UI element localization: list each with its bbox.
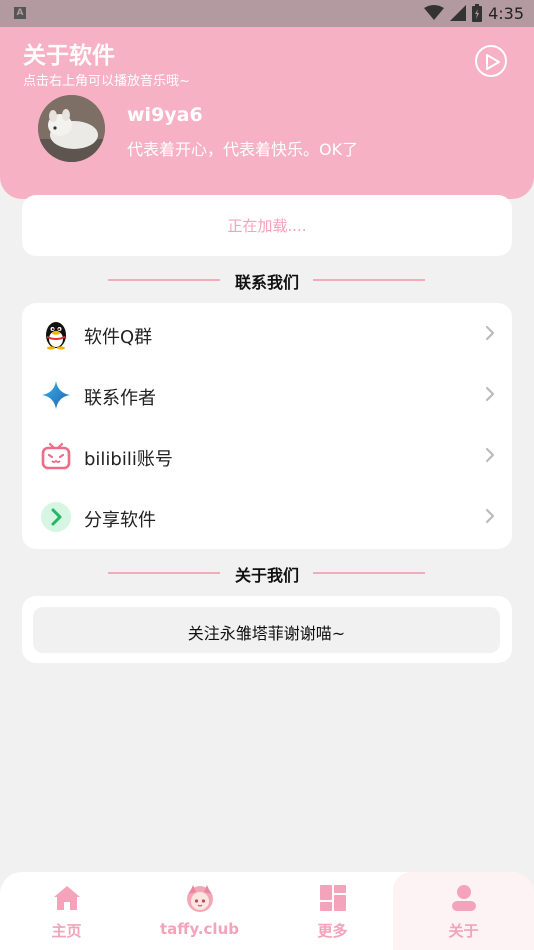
dog-photo-icon	[38, 95, 105, 162]
about-section-header: 关于我们	[0, 561, 534, 585]
list-item-label: 分享软件	[84, 510, 156, 531]
chevron-right-icon	[485, 386, 495, 402]
status-icons: 4:35	[424, 3, 524, 23]
chevron-right-icon	[485, 325, 495, 341]
signal-icon	[450, 5, 467, 21]
user-icon	[451, 885, 476, 911]
list-item-share[interactable]: 分享软件	[22, 486, 512, 547]
status-time: 4:35	[488, 3, 524, 23]
bilibili-tv-icon	[41, 442, 71, 470]
tab-taffy-club[interactable]: taffy.club	[133, 872, 266, 950]
divider-line-right	[313, 572, 425, 574]
profile-header: 关于软件 点击右上角可以播放音乐哦~ wi9ya6 代表着开心，代表着快乐。OK…	[0, 27, 534, 199]
about-message-box: 关注永雏塔菲谢谢喵~	[33, 607, 500, 653]
list-item-contact-author[interactable]: 联系作者	[22, 364, 512, 425]
chevron-right-icon	[485, 508, 495, 524]
list-item-label: bilibili账号	[84, 449, 173, 470]
list-item-qq-group[interactable]: 软件Q群	[22, 303, 512, 364]
tab-home[interactable]: 主页	[0, 872, 133, 950]
battery-icon	[472, 4, 483, 22]
tab-more[interactable]: 更多	[266, 872, 399, 950]
tab-label: 主页	[51, 922, 82, 940]
about-card: 关注永雏塔菲谢谢喵~	[22, 596, 512, 663]
avatar[interactable]	[38, 95, 105, 162]
home-icon	[53, 886, 80, 910]
page-subtitle: 点击右上角可以播放音乐哦~	[23, 74, 190, 89]
share-arrow-icon	[41, 502, 71, 532]
divider-line-right	[313, 279, 425, 281]
about-text: 关注永雏塔菲谢谢喵~	[187, 624, 346, 643]
taffy-avatar-icon	[186, 885, 213, 912]
play-music-button[interactable]	[475, 45, 507, 77]
about-section-title: 关于我们	[234, 566, 299, 585]
announcement-card: 正在加载....	[22, 195, 512, 256]
tab-label: 更多	[317, 922, 348, 940]
bottom-tab-bar: 主页 taffy.club 更多 关于	[0, 872, 534, 950]
page-title: 关于软件	[23, 43, 115, 69]
tab-about[interactable]: 关于	[393, 872, 534, 950]
username: wi9ya6	[127, 104, 203, 126]
contact-list: 软件Q群 联系作者 bilibili账号 分享软件	[22, 303, 512, 549]
status-bar: A 4:35	[0, 0, 534, 27]
loading-text: 正在加载....	[227, 217, 307, 235]
list-item-label: 软件Q群	[84, 327, 153, 348]
user-bio: 代表着开心，代表着快乐。OK了	[127, 140, 359, 159]
sparkle-star-icon	[42, 381, 70, 409]
dashboard-icon	[319, 885, 346, 911]
list-item-label: 联系作者	[84, 388, 156, 409]
contact-section-header: 联系我们	[0, 268, 534, 292]
tab-label: taffy.club	[160, 920, 239, 938]
contact-section-title: 联系我们	[234, 273, 299, 292]
tab-label: 关于	[448, 922, 479, 940]
notification-icon: A	[14, 7, 26, 19]
qq-penguin-icon	[46, 322, 66, 350]
list-item-bilibili[interactable]: bilibili账号	[22, 425, 512, 486]
chevron-right-icon	[485, 447, 495, 463]
play-icon	[486, 54, 500, 70]
wifi-icon	[424, 5, 445, 20]
